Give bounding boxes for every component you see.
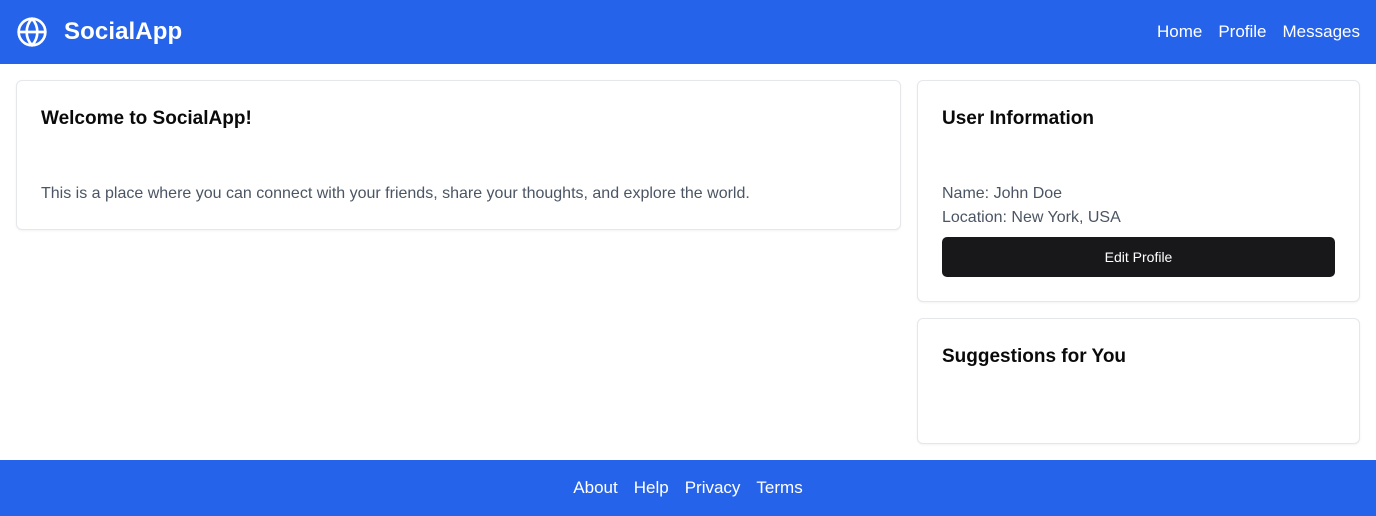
brand-name: SocialApp (64, 18, 183, 45)
welcome-text: This is a place where you can connect wi… (41, 185, 750, 202)
suggestions-card: Suggestions for You (917, 318, 1360, 444)
footer-privacy-link[interactable]: Privacy (685, 478, 741, 498)
footer-help-link[interactable]: Help (634, 478, 669, 498)
top-header: SocialApp Home Profile Messages (0, 0, 1376, 64)
welcome-title: Welcome to SocialApp! (41, 108, 252, 129)
suggestions-title: Suggestions for You (942, 346, 1127, 367)
welcome-card: Welcome to SocialApp! This is a place wh… (16, 80, 901, 230)
brand[interactable]: SocialApp (16, 16, 182, 48)
footer: About Help Privacy Terms (0, 460, 1376, 516)
nav-home-link[interactable]: Home (1157, 22, 1202, 42)
nav-profile-link[interactable]: Profile (1218, 22, 1266, 42)
user-name: Name: John Doe (942, 185, 1063, 202)
nav-messages-link[interactable]: Messages (1283, 22, 1360, 42)
user-information-title: User Information (942, 108, 1095, 129)
edit-profile-button[interactable]: Edit Profile (942, 237, 1335, 277)
main-nav: Home Profile Messages (1141, 22, 1360, 42)
footer-about-link[interactable]: About (573, 478, 617, 498)
user-location: Location: New York, USA (942, 209, 1121, 226)
user-information-card: User Information Name: John Doe Location… (917, 80, 1360, 302)
globe-icon (17, 17, 47, 47)
footer-terms-link[interactable]: Terms (756, 478, 802, 498)
